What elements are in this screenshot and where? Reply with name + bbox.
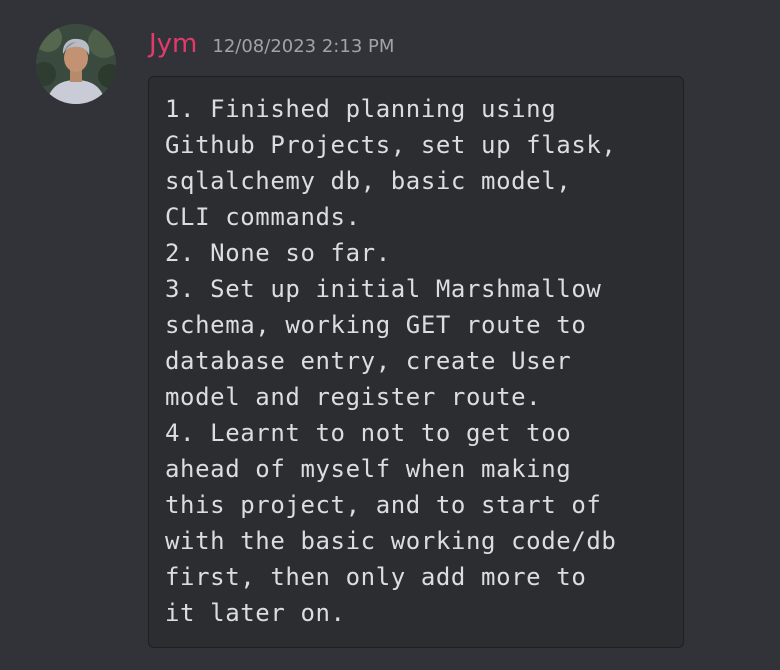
username[interactable]: Jym xyxy=(149,26,197,62)
code-line: this project, and to start of xyxy=(165,491,602,519)
code-text: 1. Finished planning using Github Projec… xyxy=(165,91,673,631)
code-line: 4. Learnt to not to get too xyxy=(165,419,572,447)
code-line: Github Projects, set up flask, xyxy=(165,131,617,159)
chat-message-window: Jym 12/08/2023 2:13 PM 1. Finished plann… xyxy=(0,0,780,670)
avatar-photo-icon xyxy=(36,24,116,104)
code-block: 1. Finished planning using Github Projec… xyxy=(148,76,684,648)
code-line: with the basic working code/db xyxy=(165,527,617,555)
code-line: 1. Finished planning using xyxy=(165,95,557,123)
user-avatar[interactable] xyxy=(36,24,116,104)
code-line: sqlalchemy db, basic model, xyxy=(165,167,572,195)
code-line: 3. Set up initial Marshmallow xyxy=(165,275,602,303)
code-line: schema, working GET route to xyxy=(165,311,587,339)
message-header: Jym 12/08/2023 2:13 PM xyxy=(149,26,394,62)
code-line: it later on. xyxy=(165,599,346,627)
code-line: model and register route. xyxy=(165,383,542,411)
code-line: database entry, create User xyxy=(165,347,572,375)
code-line: first, then only add more to xyxy=(165,563,587,591)
code-line: ahead of myself when making xyxy=(165,455,572,483)
code-line: CLI commands. xyxy=(165,203,361,231)
timestamp: 12/08/2023 2:13 PM xyxy=(212,36,395,57)
code-line: 2. None so far. xyxy=(165,239,391,267)
